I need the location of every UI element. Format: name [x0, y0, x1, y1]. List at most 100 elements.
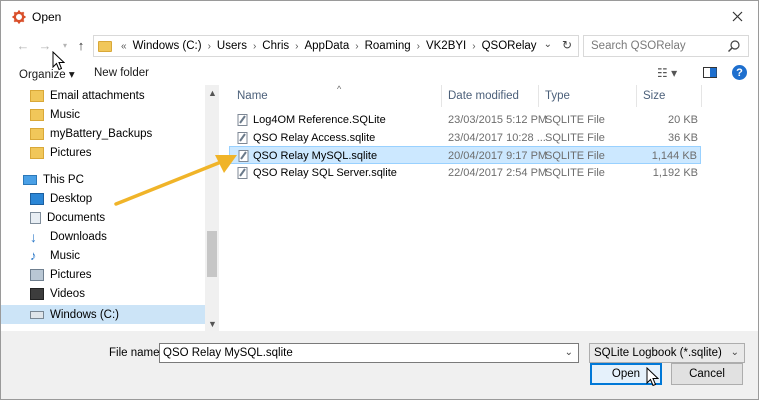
sidebar-item-label: This PC	[43, 173, 84, 186]
search-icon[interactable]	[727, 39, 741, 53]
file-row[interactable]: Log4OM Reference.SQLite 23/03/2015 5:12 …	[229, 111, 701, 129]
chevron-right-icon[interactable]: ›	[352, 41, 361, 52]
file-name-label: File name:	[109, 347, 163, 359]
file-size: 1,192 KB	[652, 167, 698, 179]
gear-app-icon	[12, 10, 26, 24]
file-size: 1,144 KB	[651, 150, 697, 162]
file-name-input[interactable]: QSO Relay MySQL.sqlite ⌄	[159, 343, 579, 363]
file-date: 23/03/2015 5:12 PM	[448, 114, 548, 126]
organize-menu[interactable]: Organize ▾	[19, 67, 75, 81]
address-dropdown-icon[interactable]: ⌄	[544, 39, 552, 50]
file-name: QSO Relay MySQL.sqlite	[253, 150, 378, 162]
scroll-up-icon[interactable]: ▲	[208, 88, 217, 98]
sidebar-item-email-attachments[interactable]: Email attachments	[1, 86, 205, 105]
sidebar-item-label: Pictures	[50, 268, 92, 281]
sqlite-file-icon	[237, 132, 248, 144]
file-type-filter[interactable]: SQLite Logbook (*.sqlite) ⌄	[589, 343, 745, 363]
chevron-right-icon[interactable]: ›	[250, 41, 259, 52]
sidebar-item-label: myBattery_Backups	[50, 127, 153, 140]
file-name: QSO Relay SQL Server.sqlite	[253, 167, 397, 179]
chevron-right-icon[interactable]: ›	[205, 41, 214, 52]
chevron-right-icon[interactable]: ›	[414, 41, 423, 52]
help-icon[interactable]: ?	[732, 65, 747, 80]
navigation-row: ← → ▾ ↑ « Windows (C:) › Users › Chris › Ap…	[1, 32, 758, 60]
mouse-cursor-icon	[646, 367, 659, 387]
back-arrow-icon: ←	[16, 37, 30, 53]
breadcrumb-overflow[interactable]: «	[118, 41, 130, 52]
chevron-right-icon[interactable]: ›	[292, 41, 301, 52]
file-type: SQLITE File	[545, 132, 605, 144]
sidebar-item-label: Email attachments	[50, 89, 145, 102]
file-row-selected[interactable]: QSO Relay MySQL.sqlite 20/04/2017 9:17 P…	[229, 146, 701, 164]
sidebar-item-label: Documents	[47, 211, 106, 224]
sidebar-item-music[interactable]: ♪ Music	[1, 246, 205, 265]
chevron-down-icon[interactable]: ⌄	[731, 347, 739, 358]
window-title: Open	[32, 10, 62, 24]
file-row[interactable]: QSO Relay SQL Server.sqlite 22/04/2017 2…	[229, 164, 701, 182]
chevron-down-icon[interactable]: ⌄	[565, 347, 573, 358]
forward-button[interactable]: →	[37, 37, 53, 53]
folder-icon	[98, 40, 112, 52]
sidebar-item-label: Music	[50, 108, 81, 121]
refresh-icon[interactable]: ↻	[562, 38, 572, 52]
file-type: SQLITE File	[545, 150, 605, 162]
annotation-arrow-icon	[114, 155, 237, 206]
column-divider[interactable]	[636, 85, 637, 107]
scroll-down-icon[interactable]: ▼	[208, 319, 217, 329]
mouse-cursor-icon	[52, 51, 65, 71]
view-options-icon[interactable]: ☷ ▾	[657, 66, 677, 80]
sidebar-item-downloads[interactable]: ↓ Downloads	[1, 227, 205, 246]
computer-icon	[23, 174, 37, 185]
desktop-icon	[30, 192, 44, 205]
breadcrumb-item[interactable]: Users	[214, 40, 250, 52]
chevron-right-icon[interactable]: ›	[469, 41, 478, 52]
close-button[interactable]	[726, 5, 748, 27]
cancel-button[interactable]: Cancel	[671, 363, 743, 385]
column-header-date[interactable]: Date modified	[448, 90, 519, 102]
breadcrumb-item[interactable]: QSORelay	[479, 40, 540, 52]
back-button[interactable]: ←	[15, 37, 31, 53]
breadcrumb-item[interactable]: Roaming	[362, 40, 414, 52]
downloads-icon: ↓	[30, 228, 37, 245]
sidebar-item-label: Windows (C:)	[50, 308, 120, 321]
drive-icon	[30, 310, 44, 319]
file-list: ^ Name Date modified Type Size Log4OM Re…	[220, 84, 758, 331]
column-divider[interactable]	[538, 85, 539, 107]
open-file-dialog: Open ← → ▾ ↑ « Windows (C:) › Users › Chri…	[0, 0, 759, 400]
file-row[interactable]: QSO Relay Access.sqlite 23/04/2017 10:28…	[229, 129, 701, 147]
column-header-type[interactable]: Type	[545, 90, 570, 102]
column-header-size[interactable]: Size	[643, 90, 665, 102]
column-divider[interactable]	[441, 85, 442, 107]
breadcrumb-item[interactable]: Windows (C:)	[130, 40, 205, 52]
sidebar-item-pictures[interactable]: Pictures	[1, 265, 205, 284]
column-header-name[interactable]: Name	[237, 90, 268, 102]
file-name: Log4OM Reference.SQLite	[253, 114, 386, 126]
sidebar-item-music-folder[interactable]: Music	[1, 105, 205, 124]
up-button[interactable]: ↑	[73, 37, 89, 53]
music-icon: ♪	[30, 247, 37, 263]
sidebar-item-label: Videos	[50, 287, 85, 300]
scrollbar-thumb[interactable]	[207, 231, 217, 277]
address-bar[interactable]: « Windows (C:) › Users › Chris › AppData › R…	[93, 35, 579, 57]
sidebar-item-mybattery-backups[interactable]: myBattery_Backups	[1, 124, 205, 143]
breadcrumb-item[interactable]: VK2BYI	[423, 40, 469, 52]
breadcrumb: « Windows (C:) › Users › Chris › AppData › R…	[118, 40, 540, 52]
column-divider[interactable]	[701, 85, 702, 107]
folder-icon	[30, 89, 44, 102]
sidebar-item-windows-c[interactable]: Windows (C:)	[1, 305, 205, 324]
sidebar-item-label: Downloads	[50, 230, 107, 243]
breadcrumb-item[interactable]: AppData	[301, 40, 352, 52]
search-input[interactable]: Search QSORelay	[591, 40, 686, 52]
preview-pane-icon[interactable]	[703, 67, 717, 78]
file-type: SQLITE File	[545, 167, 605, 179]
search-box[interactable]: Search QSORelay	[583, 35, 749, 57]
file-size: 36 KB	[668, 132, 698, 144]
sidebar-item-videos[interactable]: Videos	[1, 284, 205, 303]
folder-icon	[30, 108, 44, 121]
title-bar: Open	[1, 1, 758, 31]
breadcrumb-item[interactable]: Chris	[259, 40, 292, 52]
sqlite-file-icon	[237, 114, 248, 126]
videos-icon	[30, 287, 44, 300]
dialog-footer: File name: QSO Relay MySQL.sqlite ⌄ SQLi…	[1, 331, 758, 399]
new-folder-button[interactable]: New folder	[94, 67, 149, 79]
